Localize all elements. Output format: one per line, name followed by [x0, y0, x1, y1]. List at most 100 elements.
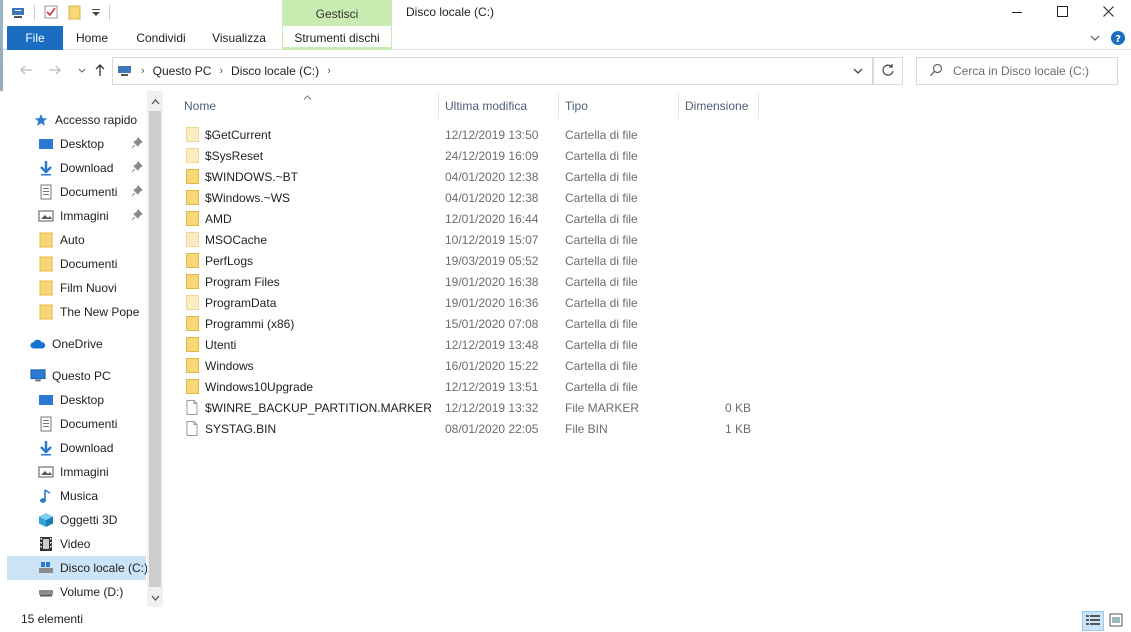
properties-icon[interactable] [43, 4, 59, 23]
scroll-up-button[interactable] [147, 93, 163, 109]
ribbon-expand-button[interactable] [1089, 32, 1101, 47]
file-name: Program Files [205, 275, 280, 289]
star-icon [33, 112, 49, 128]
up-button[interactable] [90, 61, 110, 81]
nav-pc-pictures[interactable]: Immagini [0, 460, 146, 484]
column-header-modified[interactable]: Ultima modifica [439, 93, 559, 119]
chevron-down-icon [1089, 33, 1101, 47]
nav-item-label: Documenti [60, 185, 118, 199]
nav-quick-documents[interactable]: Documenti [0, 180, 146, 204]
nav-quick-folder-auto[interactable]: Auto [0, 228, 146, 252]
nav-pc-desktop[interactable]: Desktop [0, 388, 146, 412]
address-bar[interactable]: › Questo PC › Disco locale (C:) › [112, 57, 873, 85]
back-button[interactable] [16, 61, 36, 81]
file-row[interactable]: AMD 12/01/2020 16:44 Cartella di file [177, 208, 759, 229]
breadcrumb-separator[interactable]: › [327, 65, 331, 77]
close-button[interactable] [1085, 0, 1131, 26]
folder-icon [38, 280, 54, 296]
file-row[interactable]: Programmi (x86) 15/01/2020 07:08 Cartella … [177, 313, 759, 334]
details-view-button[interactable] [1082, 611, 1104, 631]
file-name: Windows [205, 359, 254, 373]
nav-quick-folder-documenti[interactable]: Documenti [0, 252, 146, 276]
recent-locations-button[interactable] [72, 61, 92, 81]
file-name: $Windows.~WS [205, 191, 291, 205]
arrow-left-icon [19, 63, 33, 80]
address-history-button[interactable] [852, 65, 864, 80]
new-folder-icon[interactable] [67, 4, 83, 23]
folder-icon [186, 169, 199, 187]
nav-quick-folder-the-new-pope[interactable]: The New Pope [0, 300, 146, 324]
file-type: Cartella di file [565, 149, 638, 163]
file-row[interactable]: Utenti 12/12/2019 13:48 Cartella di file [177, 334, 759, 355]
file-row[interactable]: Windows10Upgrade 12/12/2019 13:51 Cartella… [177, 376, 759, 397]
nav-quick-folder-film-nuovi[interactable]: Film Nuovi [0, 276, 146, 300]
folder-icon [38, 304, 54, 320]
customize-toolbar-icon[interactable] [91, 6, 101, 20]
folder-icon [186, 253, 199, 271]
file-type: Cartella di file [565, 275, 638, 289]
search-input[interactable]: Cerca in Disco locale (C:) [953, 64, 1089, 78]
tab-share[interactable]: Condividi [128, 26, 194, 50]
file-row[interactable]: $WINDOWS.~BT 04/01/2020 12:38 Cartella di … [177, 166, 759, 187]
pin-icon[interactable] [131, 185, 143, 200]
nav-pc-documents[interactable]: Documenti [0, 412, 146, 436]
nav-quick-access[interactable]: Accesso rapido [0, 108, 146, 132]
file-row[interactable]: $SysReset 24/12/2019 16:09 Cartella di fil… [177, 145, 759, 166]
tab-view[interactable]: Visualizza [206, 26, 272, 50]
window-title: Disco locale (C:) [406, 5, 495, 19]
nav-pc-download[interactable]: Download [0, 436, 146, 460]
pin-icon[interactable] [131, 161, 143, 176]
refresh-button[interactable] [873, 57, 903, 85]
nav-pc-music[interactable]: Musica [0, 484, 146, 508]
help-button[interactable]: ? [1111, 31, 1125, 48]
scroll-down-button[interactable] [147, 589, 163, 605]
nav-onedrive[interactable]: OneDrive [0, 332, 146, 356]
large-icons-view-button[interactable] [1105, 611, 1127, 631]
file-row[interactable]: MSOCache 10/12/2019 15:07 Cartella di file [177, 229, 759, 250]
nav-pc-volume-d[interactable]: Volume (D:) [0, 580, 146, 604]
file-row[interactable]: $Windows.~WS 04/01/2020 12:38 Cartella di … [177, 187, 759, 208]
nav-pc-3d-objects[interactable]: Oggetti 3D [0, 508, 146, 532]
column-header-type[interactable]: Tipo [559, 93, 679, 119]
file-row[interactable]: Program Files 19/01/2020 16:38 Cartella di… [177, 271, 759, 292]
file-row[interactable]: $WINRE_BACKUP_PARTITION.MARKER 12/12/2019… [177, 397, 759, 418]
file-row[interactable]: ProgramData 19/01/2020 16:36 Cartella di f… [177, 292, 759, 313]
file-type: File MARKER [565, 401, 640, 415]
breadcrumb-local-disk[interactable]: Disco locale (C:) [231, 64, 319, 78]
column-header-size[interactable]: Dimensione [679, 93, 759, 119]
file-modified: 08/01/2020 22:05 [445, 422, 539, 436]
forward-button[interactable] [45, 61, 65, 81]
nav-this-pc[interactable]: Questo PC [0, 364, 146, 388]
maximize-button[interactable] [1039, 0, 1085, 26]
scroll-thumb[interactable] [149, 111, 161, 587]
file-row[interactable]: Windows 16/01/2020 15:22 Cartella di file [177, 355, 759, 376]
nav-quick-desktop[interactable]: Desktop [0, 132, 146, 156]
file-row[interactable]: SYSTAG.BIN 08/01/2020 22:05 File BIN 1 KB [177, 418, 759, 439]
nav-pc-video[interactable]: Video [0, 532, 146, 556]
search-box[interactable]: Cerca in Disco locale (C:) [916, 57, 1118, 85]
file-name: AMD [205, 212, 232, 226]
file-name: $GetCurrent [205, 128, 272, 142]
breadcrumb-separator[interactable]: › [219, 65, 223, 77]
nav-quick-pictures[interactable]: Immagini [0, 204, 146, 228]
tab-file[interactable]: File [7, 26, 63, 50]
nav-quick-download[interactable]: Download [0, 156, 146, 180]
breadcrumb-this-pc[interactable]: Questo PC [153, 64, 212, 78]
file-modified: 19/01/2020 16:38 [445, 275, 539, 289]
pin-icon[interactable] [131, 137, 143, 152]
nav-item-label: Questo PC [52, 369, 111, 383]
minimize-button[interactable] [994, 0, 1040, 26]
navigation-pane: Accesso rapido Desktop Download Document… [0, 91, 163, 607]
breadcrumb-separator[interactable]: › [141, 65, 145, 77]
nav-pane-scrollbar[interactable] [147, 91, 163, 607]
divider [109, 5, 110, 21]
tab-home[interactable]: Home [68, 26, 116, 50]
file-row[interactable]: $GetCurrent 12/12/2019 13:50 Cartella di f… [177, 124, 759, 145]
pin-icon[interactable] [131, 209, 143, 224]
tab-disk-tools[interactable]: Strumenti dischi [282, 26, 392, 50]
file-row[interactable]: PerfLogs 19/03/2019 05:52 Cartella di file [177, 250, 759, 271]
column-header-name[interactable]: Nome [178, 93, 439, 119]
drive-icon[interactable] [10, 4, 26, 23]
nav-item-label: Desktop [60, 137, 105, 151]
nav-pc-local-disk-c[interactable]: Disco locale (C:) [7, 556, 148, 580]
